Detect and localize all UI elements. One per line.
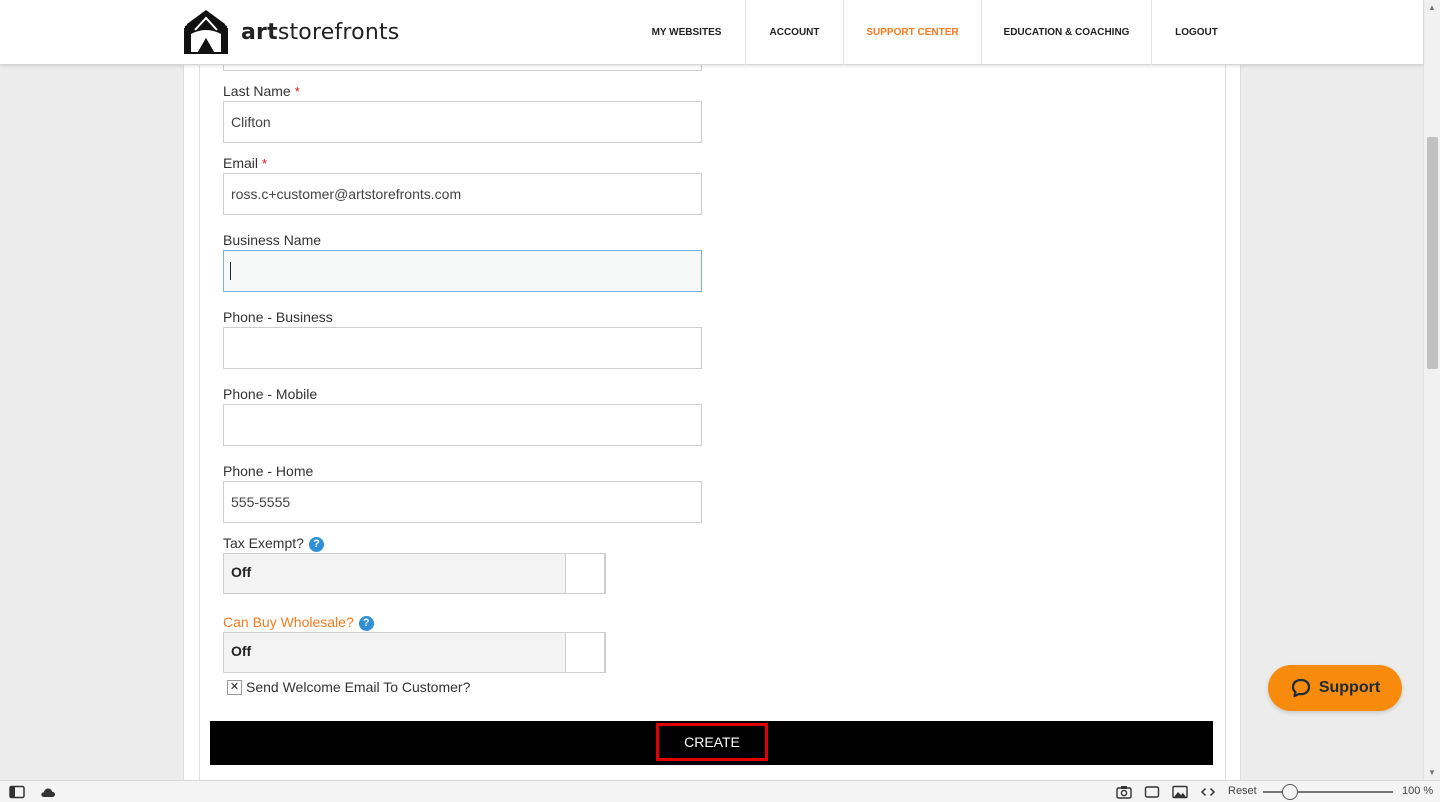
scroll-up-icon[interactable]: ▲ <box>1428 3 1436 12</box>
browser-status-bar: Reset 100 % <box>0 780 1440 802</box>
can-buy-wholesale-value: Off <box>231 643 252 659</box>
main-nav: MY WEBSITES ACCOUNT SUPPORT CENTER EDUCA… <box>628 0 1241 65</box>
scroll-down-icon[interactable]: ▼ <box>1428 768 1436 777</box>
phone-home-input[interactable] <box>223 481 702 523</box>
send-welcome-label: Send Welcome Email To Customer? <box>246 679 471 695</box>
code-icon[interactable] <box>1200 785 1216 799</box>
business-name-label: Business Name <box>223 232 322 248</box>
logo-text: artstorefronts <box>241 20 399 45</box>
zoom-slider-knob[interactable] <box>1282 784 1298 800</box>
toggle-knob[interactable] <box>565 553 605 594</box>
previous-field-edge <box>223 65 702 71</box>
tax-exempt-toggle[interactable]: Off <box>223 553 606 594</box>
image-icon[interactable] <box>1172 785 1188 799</box>
artstorefronts-logo[interactable]: artstorefronts <box>181 8 399 56</box>
phone-business-label: Phone - Business <box>223 309 333 325</box>
can-buy-wholesale-label: Can Buy Wholesale?? <box>223 614 374 631</box>
panel-toggle-icon[interactable] <box>9 785 25 799</box>
window-icon[interactable] <box>1144 785 1160 799</box>
last-name-input[interactable] <box>223 101 702 143</box>
logo-text-rest: storefronts <box>277 19 400 45</box>
cloud-icon[interactable] <box>40 785 56 799</box>
zoom-reset-button[interactable]: Reset <box>1228 785 1257 797</box>
last-name-label-text: Last Name <box>223 83 291 99</box>
business-name-input[interactable] <box>223 250 702 292</box>
page-scrollbar[interactable]: ▲ ▼ <box>1423 0 1440 780</box>
help-icon[interactable]: ? <box>358 616 374 631</box>
can-buy-wholesale-toggle[interactable]: Off <box>223 632 606 673</box>
required-mark: * <box>262 156 268 171</box>
phone-mobile-label: Phone - Mobile <box>223 386 318 402</box>
nav-education-coaching[interactable]: EDUCATION & COACHING <box>981 0 1151 65</box>
send-welcome-row: ✕ Send Welcome Email To Customer? <box>227 679 470 695</box>
scrollbar-thumb[interactable] <box>1427 137 1438 369</box>
camera-icon[interactable] <box>1116 785 1132 799</box>
phone-business-input[interactable] <box>223 327 702 369</box>
nav-account[interactable]: ACCOUNT <box>745 0 843 65</box>
chat-bubble-icon <box>1291 678 1310 698</box>
nav-support-center[interactable]: SUPPORT CENTER <box>843 0 981 65</box>
nav-logout[interactable]: LOGOUT <box>1151 0 1241 65</box>
zoom-level: 100 % <box>1402 785 1434 797</box>
email-input[interactable] <box>223 173 702 215</box>
storefront-tent-icon <box>184 10 228 54</box>
required-mark: * <box>294 84 300 99</box>
tax-exempt-value: Off <box>231 564 252 580</box>
help-icon[interactable]: ? <box>308 537 324 552</box>
top-header: artstorefronts MY WEBSITES ACCOUNT SUPPO… <box>0 0 1423 65</box>
phone-home-label: Phone - Home <box>223 463 314 479</box>
email-label-text: Email <box>223 155 259 171</box>
text-caret <box>230 262 231 280</box>
create-button[interactable]: CREATE <box>656 723 768 761</box>
tax-exempt-label: Tax Exempt?? <box>223 535 324 552</box>
toggle-knob[interactable] <box>565 632 605 673</box>
email-label: Email * <box>223 155 267 171</box>
support-widget-button[interactable]: Support <box>1268 665 1402 711</box>
tax-exempt-label-text: Tax Exempt? <box>223 535 304 551</box>
can-buy-wholesale-label-text: Can Buy Wholesale? <box>223 614 354 630</box>
send-welcome-checkbox[interactable]: ✕ <box>227 679 242 695</box>
nav-my-websites[interactable]: MY WEBSITES <box>628 0 745 65</box>
last-name-label: Last Name * <box>223 83 300 99</box>
logo-text-bold: art <box>241 19 278 45</box>
support-widget-label: Support <box>1318 679 1381 696</box>
phone-mobile-input[interactable] <box>223 404 702 446</box>
